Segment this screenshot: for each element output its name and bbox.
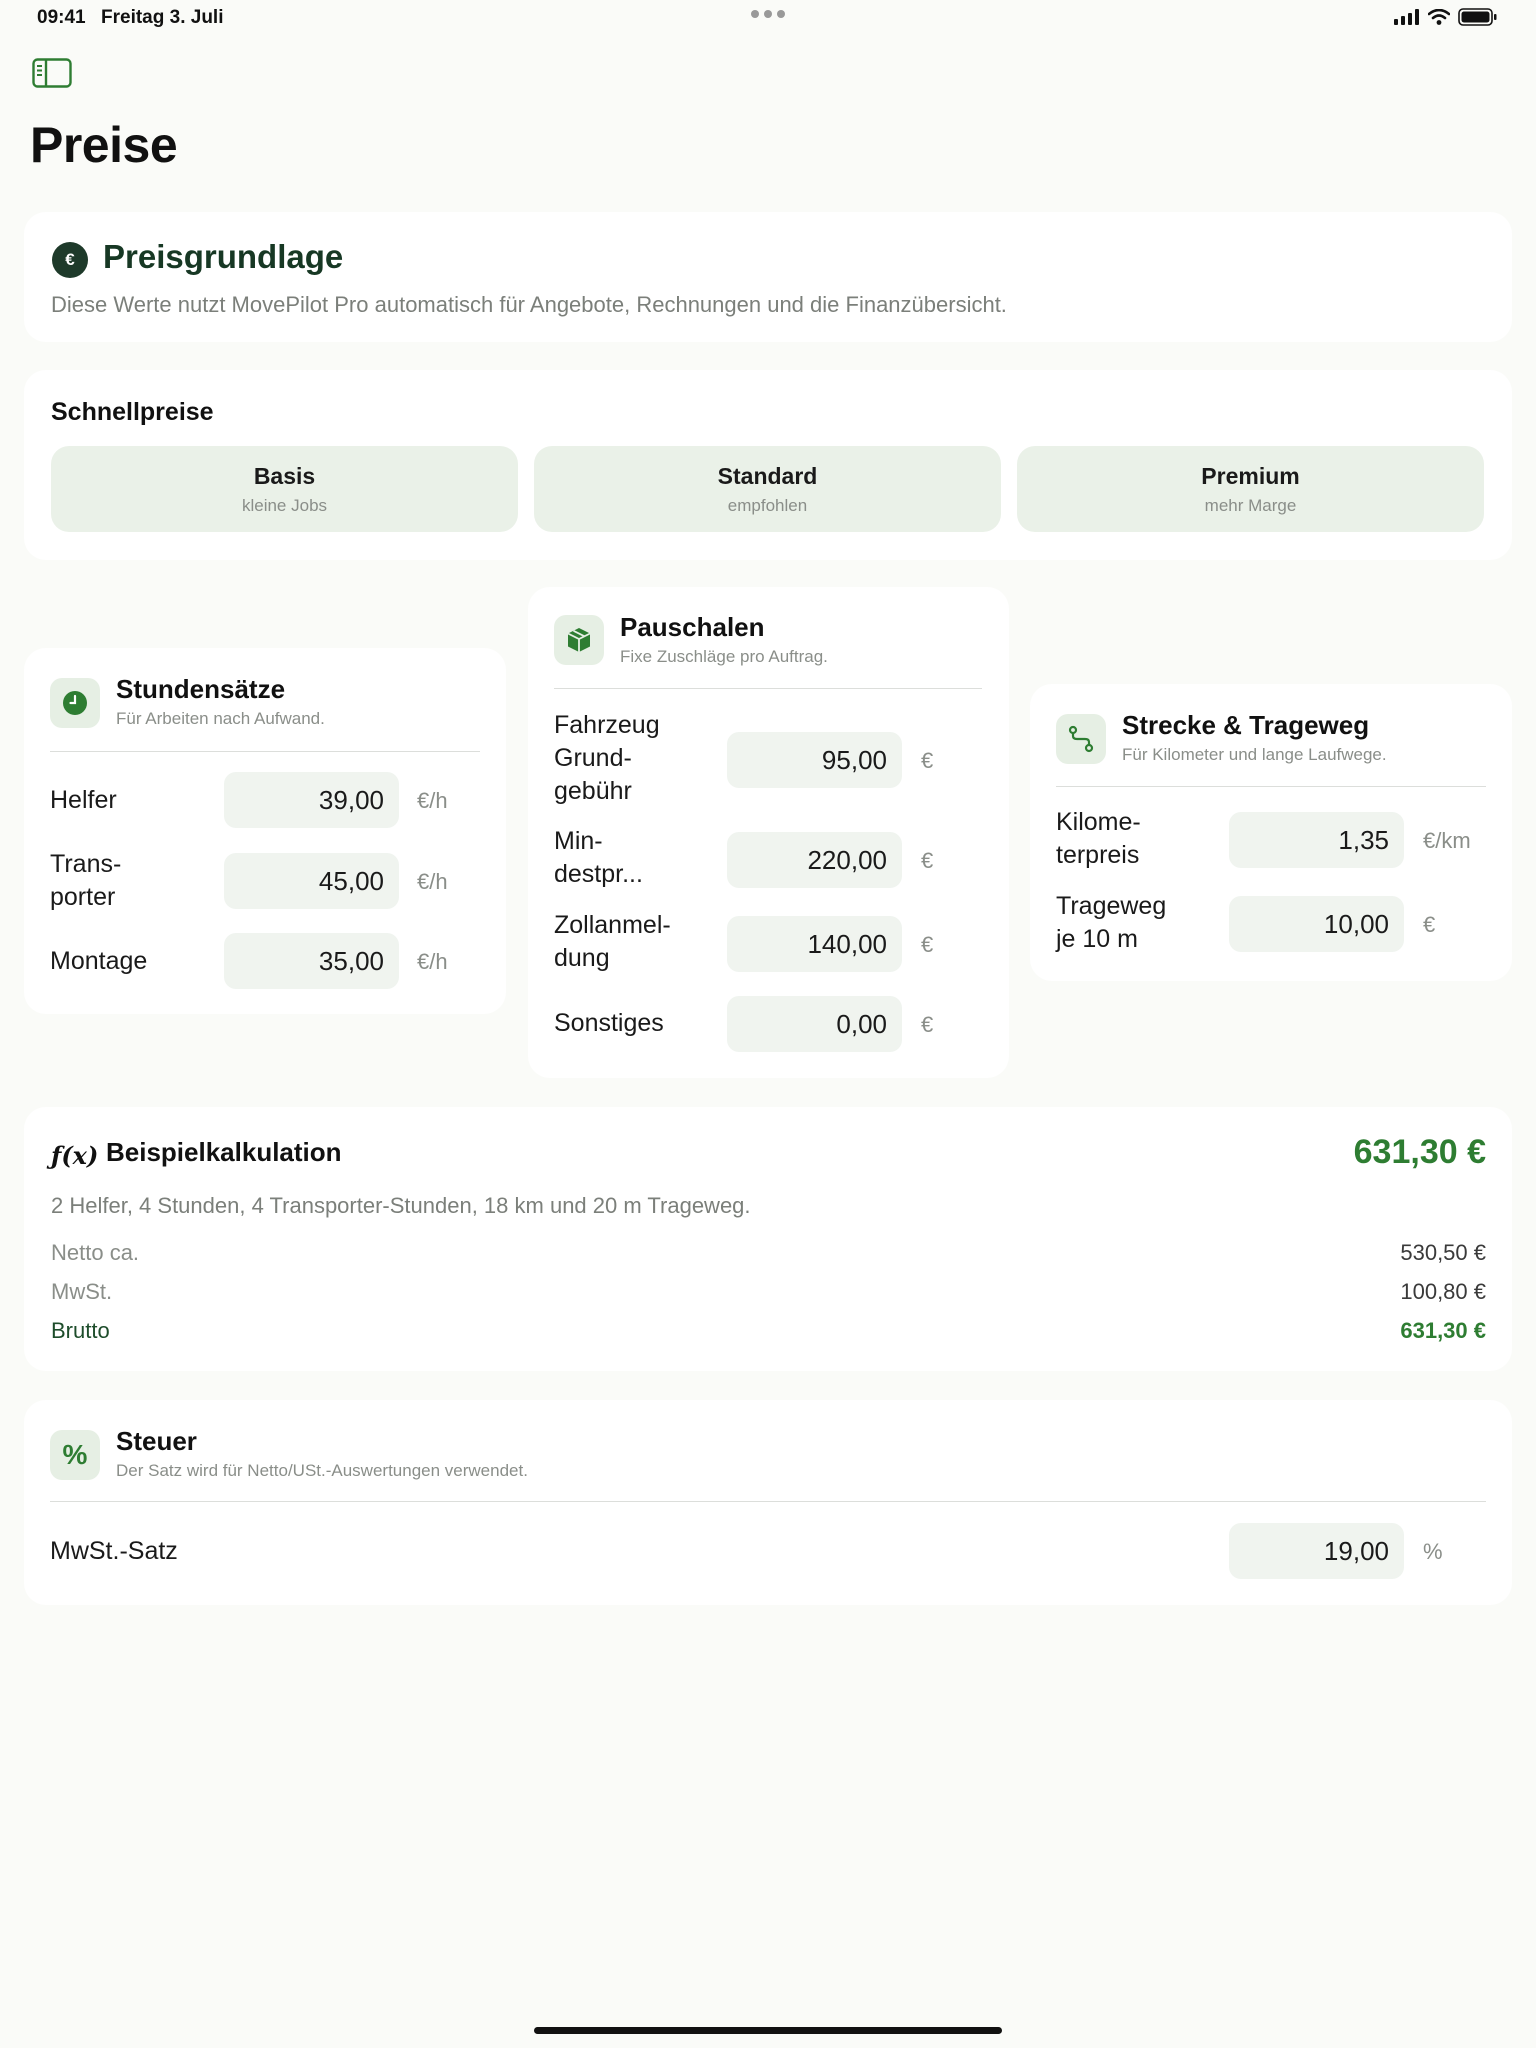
divider xyxy=(1056,786,1486,787)
mindestpreis-input[interactable]: 220,00 xyxy=(727,832,902,888)
home-indicator[interactable] xyxy=(534,2027,1002,2034)
sidebar-toggle-icon[interactable] xyxy=(32,58,72,88)
fahrzeug-grundgebuehr-input[interactable]: 95,00 xyxy=(727,732,902,788)
beispiel-description: 2 Helfer, 4 Stunden, 4 Transporter-Stund… xyxy=(51,1193,751,1218)
brutto-label: Brutto xyxy=(51,1318,110,1343)
row-unit: € xyxy=(1423,912,1436,937)
stundensaetze-card: Stundensätze Für Arbeiten nach Aufwand. … xyxy=(24,648,506,1014)
row-label-sonstiges: Sonstiges xyxy=(554,1009,664,1037)
preisgrundlage-title: Preisgrundlage xyxy=(103,238,344,275)
beispielkalkulation-title: Beispielkalkulation xyxy=(106,1137,342,1167)
preset-sublabel: empfohlen xyxy=(727,495,808,515)
preset-label: Premium xyxy=(1201,462,1300,489)
page: 09:41 Freitag 3. Juli Preise € Preisgrun… xyxy=(0,0,1536,2048)
helfer-rate-input[interactable]: 39,00 xyxy=(224,772,399,828)
divider xyxy=(554,688,982,689)
preisgrundlage-card: € Preisgrundlage Diese Werte nutzt MoveP… xyxy=(24,212,1512,342)
preset-label: Standard xyxy=(717,462,818,489)
row-unit: €/h xyxy=(417,949,448,974)
row-unit: % xyxy=(1423,1539,1443,1564)
schnellpreise-card: Schnellpreise Basis kleine Jobs Standard… xyxy=(24,370,1512,560)
steuer-subtitle: Der Satz wird für Netto/USt.-Auswertunge… xyxy=(116,1461,528,1480)
status-date: Freitag 3. Juli xyxy=(101,7,224,28)
schnellpreise-title: Schnellpreise xyxy=(51,398,214,426)
pauschalen-title: Pauschalen xyxy=(620,612,765,642)
page-title: Preise xyxy=(30,117,178,173)
row-label-trageweg: Trageweg je 10 m xyxy=(1056,892,1167,953)
row-label-fahrzeug: Fahrzeug Grund- gebühr xyxy=(554,711,660,805)
preset-sublabel: kleine Jobs xyxy=(241,495,328,515)
clock-icon xyxy=(50,678,100,728)
preset-premium-button[interactable]: Premium mehr Marge xyxy=(1017,446,1484,532)
battery-icon xyxy=(1458,8,1497,26)
function-icon: ƒ(x) xyxy=(51,1141,99,1170)
row-unit: € xyxy=(921,748,934,773)
strecke-subtitle: Für Kilometer und lange Laufwege. xyxy=(1122,745,1387,764)
euro-icon: € xyxy=(52,242,88,278)
strecke-title: Strecke & Trageweg xyxy=(1122,710,1370,740)
status-indicators xyxy=(1394,8,1498,26)
row-label-mwst-satz: MwSt.-Satz xyxy=(50,1537,178,1565)
stundensaetze-title: Stundensätze xyxy=(116,674,286,704)
box-icon xyxy=(554,615,604,665)
montage-rate-input[interactable]: 35,00 xyxy=(224,933,399,989)
percent-icon: % xyxy=(50,1430,100,1480)
row-label-transporter: Trans- porter xyxy=(50,850,122,911)
preset-standard-button[interactable]: Standard empfohlen xyxy=(534,446,1001,532)
transporter-rate-input[interactable]: 45,00 xyxy=(224,853,399,909)
netto-label: Netto ca. xyxy=(51,1240,140,1265)
preset-label: Basis xyxy=(253,462,316,489)
mwst-value: 100,80 € xyxy=(1400,1279,1486,1304)
row-unit: €/h xyxy=(417,788,448,813)
row-unit: €/h xyxy=(417,869,448,894)
multitasking-dots-icon[interactable] xyxy=(751,10,785,18)
row-unit: € xyxy=(921,932,934,957)
steuer-card: % Steuer Der Satz wird für Netto/USt.-Au… xyxy=(24,1400,1512,1605)
pauschalen-subtitle: Fixe Zuschläge pro Auftrag. xyxy=(620,647,828,666)
row-unit: € xyxy=(921,1012,934,1037)
row-label-mindestpreis: Min- destpr... xyxy=(554,827,643,888)
strecke-card: Strecke & Trageweg Für Kilometer und lan… xyxy=(1030,684,1512,981)
zollanmeldung-input[interactable]: 140,00 xyxy=(727,916,902,972)
mwst-satz-input[interactable]: 19,00 xyxy=(1229,1523,1404,1579)
divider xyxy=(50,1501,1486,1502)
mwst-label: MwSt. xyxy=(51,1279,113,1304)
route-icon xyxy=(1056,714,1106,764)
netto-value: 530,50 € xyxy=(1400,1240,1486,1265)
row-label-helfer: Helfer xyxy=(50,786,117,814)
row-unit: €/km xyxy=(1423,828,1471,853)
row-label-kilometerpreis: Kilome- terpreis xyxy=(1056,808,1141,869)
brutto-value: 631,30 € xyxy=(1400,1318,1486,1343)
stundensaetze-subtitle: Für Arbeiten nach Aufwand. xyxy=(116,709,325,728)
row-label-montage: Montage xyxy=(50,947,148,975)
steuer-title: Steuer xyxy=(116,1426,197,1456)
wifi-icon xyxy=(1428,9,1450,25)
divider xyxy=(50,751,480,752)
row-unit: € xyxy=(921,848,934,873)
beispielkalkulation-card: ƒ(x) Beispielkalkulation 631,30 € 2 Helf… xyxy=(24,1107,1512,1371)
trageweg-input[interactable]: 10,00 xyxy=(1229,896,1404,952)
preisgrundlage-description: Diese Werte nutzt MovePilot Pro automati… xyxy=(51,292,1007,317)
kilometerpreis-input[interactable]: 1,35 xyxy=(1229,812,1404,868)
row-label-zollanmeldung: Zollanmel- dung xyxy=(554,911,671,972)
preset-sublabel: mehr Marge xyxy=(1204,495,1297,515)
cellular-signal-icon xyxy=(1394,9,1419,25)
beispiel-total: 631,30 € xyxy=(1353,1133,1486,1171)
sonstiges-input[interactable]: 0,00 xyxy=(727,996,902,1052)
status-time: 09:41 xyxy=(37,7,86,28)
preset-basis-button[interactable]: Basis kleine Jobs xyxy=(51,446,518,532)
pauschalen-card: Pauschalen Fixe Zuschläge pro Auftrag. F… xyxy=(528,587,1009,1078)
